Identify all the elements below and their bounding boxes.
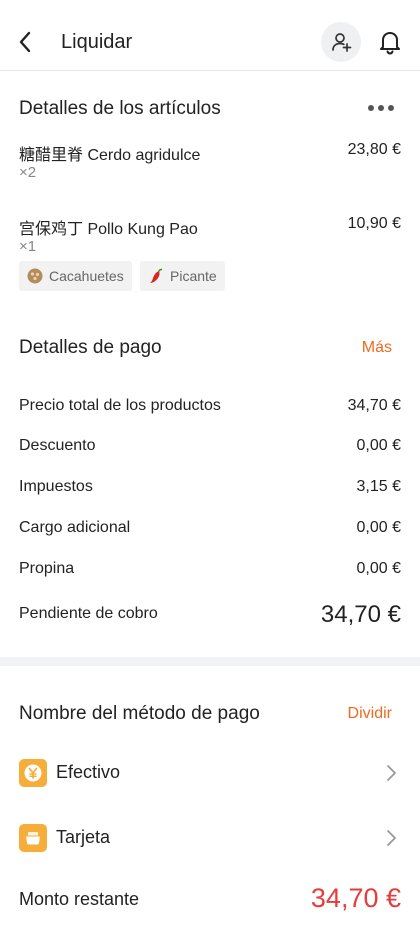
more-options-icon[interactable] [368,99,398,117]
discount-label: Descuento [19,437,96,454]
item-name: 宫保鸡丁 Pollo Kung Pao [19,221,198,238]
item-tag: Picante [140,261,225,291]
pending-value: 34,70 € [320,601,401,628]
section-divider [0,657,420,666]
tip-value: 0,00 € [356,560,401,577]
tip-label: Propina [19,560,75,577]
taxes-value: 3,15 € [356,478,401,495]
payment-method-card[interactable]: Tarjeta [0,813,420,863]
payment-method-label: Tarjeta [56,827,111,847]
add-person-button[interactable] [321,22,361,62]
pending-label: Pendiente de cobro [19,605,158,622]
bell-icon[interactable] [376,28,404,56]
payment-method-title: Nombre del método de pago [19,703,260,724]
extra-charge-value: 0,00 € [356,519,401,536]
payment-details-title: Detalles de pago [19,337,162,358]
tag-label: Picante [170,268,217,284]
item-quantity: ×1 [19,238,37,255]
extra-charge-label: Cargo adicional [19,519,131,536]
payment-method-cash[interactable]: Efectivo [0,748,420,798]
chevron-left-icon[interactable] [14,28,36,56]
chili-pepper-icon [150,268,163,283]
items-section-title: Detalles de los artículos [19,98,221,119]
person-add-icon [332,33,352,52]
item-tag: Cacahuetes [19,261,132,291]
peanut-icon [27,268,43,284]
more-link[interactable]: Más [362,339,392,357]
item-quantity: ×2 [19,164,37,181]
item-price: 10,90 € [347,215,401,232]
item-price: 23,80 € [347,141,401,158]
remaining-label: Monto restante [19,889,140,909]
item-name: 糖醋里脊 Cerdo agridulce [19,147,201,164]
discount-value: 0,00 € [356,437,401,454]
payment-method-label: Efectivo [56,762,121,782]
remaining-value: 34,70 € [310,883,401,913]
price-total-label: Precio total de los productos [19,397,221,414]
chevron-right-icon [387,765,396,781]
yen-coin-icon [19,759,47,787]
card-wallet-icon [19,824,47,852]
page-title: Liquidar [61,31,133,53]
taxes-label: Impuestos [19,478,93,495]
chevron-right-icon [387,830,396,846]
app-header: Liquidar [0,0,420,71]
tag-label: Cacahuetes [49,268,124,284]
split-link[interactable]: Dividir [348,705,392,723]
price-total-value: 34,70 € [347,397,401,414]
